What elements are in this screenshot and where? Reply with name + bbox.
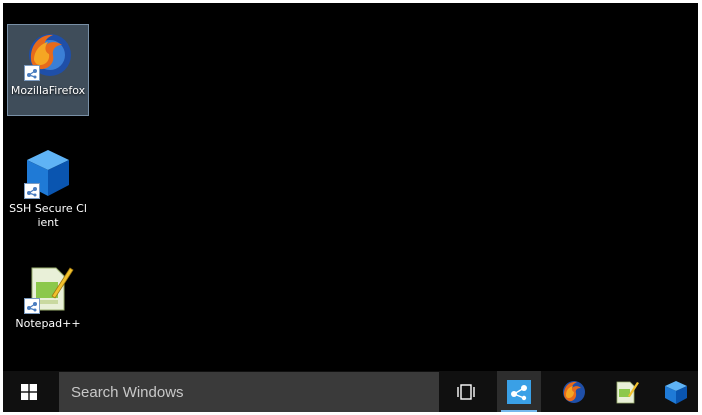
- shortcut-arrow-icon: [24, 183, 40, 199]
- firefox-taskbar-button[interactable]: [551, 371, 595, 412]
- ssh-taskbar-button[interactable]: [654, 371, 698, 412]
- task-view-button[interactable]: [444, 371, 488, 412]
- start-button[interactable]: [3, 371, 55, 412]
- desktop-icon-label: MozillaFirefox: [10, 84, 86, 97]
- desktop-icon-ssh-secure-client[interactable]: SSH Secure Client: [7, 143, 89, 235]
- taskbar: Search Windows: [3, 371, 698, 412]
- shortcut-arrow-icon: [24, 298, 40, 314]
- remote-app-button[interactable]: [497, 371, 541, 412]
- desktop[interactable]: MozillaFirefox SSH Secure Client Notepad…: [3, 3, 698, 371]
- desktop-icon-label: SSH Secure Client: [9, 202, 87, 229]
- desktop-icon-label: Notepad++: [15, 317, 81, 330]
- remote-share-icon: [507, 379, 531, 404]
- search-placeholder: Search Windows: [71, 383, 184, 401]
- task-view-icon: [457, 383, 475, 400]
- notepadpp-icon: [22, 262, 74, 314]
- notepadpp-taskbar-button[interactable]: [605, 371, 649, 412]
- ssh-cube-icon: [665, 380, 687, 404]
- desktop-icon-notepadpp[interactable]: Notepad++: [7, 258, 89, 338]
- firefox-icon: [563, 380, 585, 403]
- desktop-icon-firefox[interactable]: MozillaFirefox: [7, 24, 89, 116]
- search-box[interactable]: Search Windows: [59, 372, 439, 412]
- shortcut-arrow-icon: [24, 65, 40, 81]
- firefox-icon: [22, 29, 74, 81]
- ssh-cube-icon: [22, 147, 74, 199]
- notepadpp-icon: [616, 381, 639, 403]
- screen: MozillaFirefox SSH Secure Client Notepad…: [3, 3, 698, 412]
- windows-logo-icon: [21, 383, 37, 400]
